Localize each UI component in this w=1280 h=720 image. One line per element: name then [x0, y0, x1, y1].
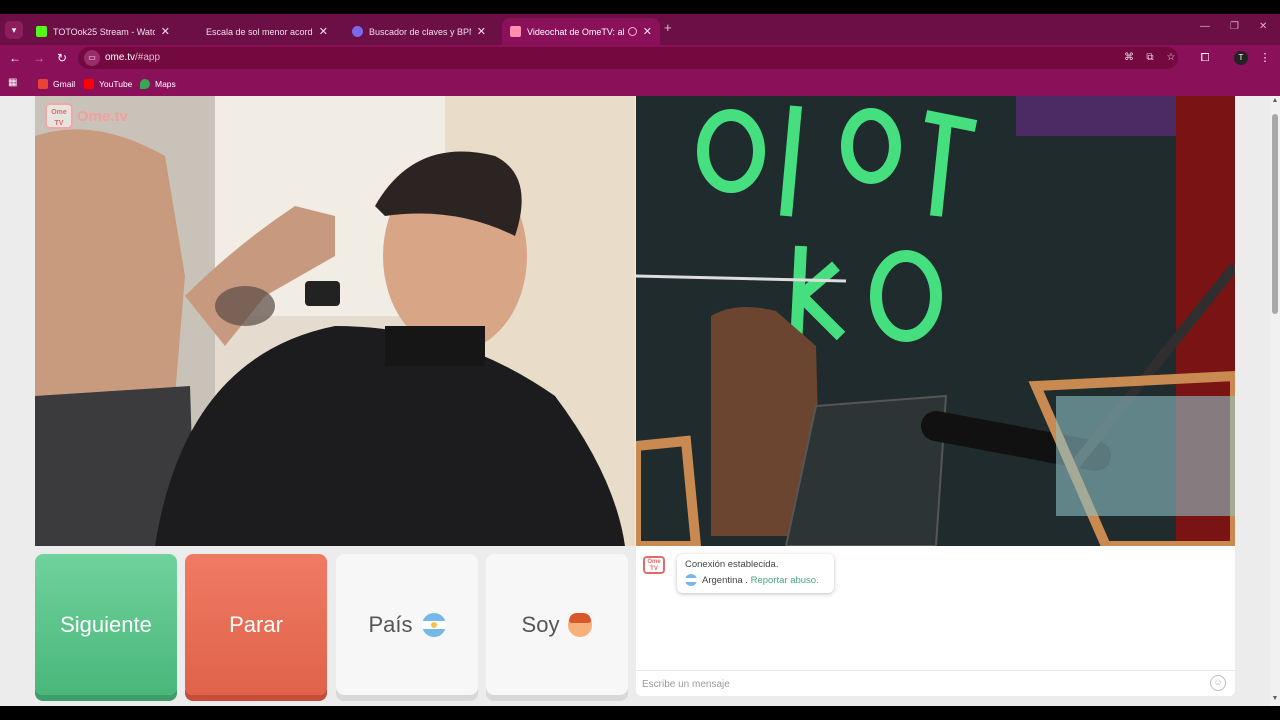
country-label: País: [368, 611, 413, 637]
stop-label: Parar: [229, 611, 283, 637]
close-tab-icon[interactable]: ✕: [319, 25, 328, 38]
country-button[interactable]: País: [336, 554, 478, 695]
close-tab-icon[interactable]: ✕: [643, 25, 652, 38]
scroll-thumb[interactable]: [1272, 114, 1278, 314]
translate-icon[interactable]: ⌘: [1121, 50, 1137, 66]
remote-video: Ome TV Ome.tv: [35, 96, 635, 546]
chat-panel: Ome TV Conexión establecida. Argentina .…: [636, 546, 1235, 696]
toolbar: ← → ↻ ▭ ome.tv/#app ⌘ ⧉ ☆ ⧠ T ⋮: [0, 45, 1280, 71]
scroll-down-icon[interactable]: ▼: [1270, 694, 1280, 704]
bookmark-gmail[interactable]: Gmail: [38, 77, 75, 90]
tab-buscador[interactable]: Buscador de claves y BPM de c ✕: [344, 18, 494, 45]
argentina-flag-icon: [421, 612, 446, 637]
bookmark-maps[interactable]: Maps: [140, 77, 176, 90]
youtube-icon: [84, 78, 94, 89]
close-tab-icon[interactable]: ✕: [161, 25, 170, 38]
close-window-icon[interactable]: ✕: [1259, 21, 1267, 32]
logo-badge: Ome TV: [45, 103, 73, 129]
kick-favicon-icon: [36, 26, 47, 37]
scroll-up-icon[interactable]: ▲: [1270, 96, 1280, 106]
message-bar: ☺: [636, 670, 1235, 696]
tab-strip: ▾ TOTOok25 Stream - Watch Live ✕ Escala …: [0, 14, 1280, 45]
ometv-logo[interactable]: Ome TV Ome.tv: [45, 103, 128, 129]
tab-search-button[interactable]: ▾: [5, 21, 23, 39]
argentina-flag-icon: [685, 574, 697, 586]
menu-kebab-icon[interactable]: ⋮: [1256, 49, 1274, 67]
self-video: [636, 96, 1235, 546]
address-bar[interactable]: ▭ ome.tv/#app ⌘ ⧉ ☆: [78, 47, 1178, 69]
partner-country: Argentina: [702, 574, 743, 586]
system-avatar: Ome TV: [643, 556, 665, 574]
system-message: Conexión establecida. Argentina . Report…: [677, 554, 834, 593]
next-button[interactable]: Siguiente: [35, 554, 177, 695]
report-abuse-link[interactable]: Reportar abuso.: [751, 575, 819, 586]
bookmark-star-icon[interactable]: ☆: [1163, 50, 1179, 66]
bottom-bar: [0, 706, 1280, 720]
tab-ometv[interactable]: Videochat de OmeTV: alter ✕: [502, 18, 660, 45]
page-scrollbar[interactable]: ▲ ▼: [1270, 96, 1280, 706]
recording-icon: [627, 27, 637, 36]
remote-video-frame: [35, 96, 635, 546]
smile-icon[interactable]: ☺: [1210, 675, 1226, 691]
connection-message: Conexión establecida.: [685, 559, 779, 570]
cast-icon[interactable]: ⧉: [1142, 50, 1158, 66]
tab-title: TOTOok25 Stream - Watch Live: [53, 26, 155, 37]
message-input[interactable]: [642, 676, 1202, 692]
profile-avatar[interactable]: T: [1234, 51, 1248, 65]
bookmarks-bar: ▦ Gmail YouTube Maps: [0, 71, 1280, 96]
ometv-page: Ome TV Ome.tv Siguiente Parar País Soy O…: [0, 96, 1270, 706]
gmail-icon: [38, 78, 48, 89]
top-bar: [0, 0, 1280, 14]
tab-escala[interactable]: Escala de sol menor acordes | M ✕: [186, 18, 336, 45]
ometv-favicon-icon: [510, 26, 521, 37]
site-info-icon[interactable]: ▭: [84, 50, 100, 66]
forward-icon[interactable]: →: [30, 49, 48, 67]
maps-pin-icon: [140, 78, 150, 89]
apps-grid-icon[interactable]: ▦: [8, 77, 20, 89]
self-video-frame: [636, 96, 1235, 546]
new-tab-button[interactable]: +: [664, 20, 672, 35]
tab-totook25[interactable]: TOTOok25 Stream - Watch Live ✕: [28, 18, 178, 45]
tab-title: Escala de sol menor acordes | M: [206, 26, 313, 37]
gender-button[interactable]: Soy: [486, 554, 628, 695]
extensions-icon[interactable]: ⧠: [1196, 49, 1214, 67]
restore-icon[interactable]: ❐: [1230, 21, 1239, 32]
separator: .: [742, 574, 751, 586]
logo-text: Ome.tv: [77, 107, 128, 125]
tab-title: Buscador de claves y BPM de c: [369, 26, 471, 37]
tab-title: Videochat de OmeTV: alter: [527, 26, 624, 37]
close-tab-icon[interactable]: ✕: [477, 25, 486, 38]
tunebat-favicon-icon: [352, 26, 363, 37]
url-text: ome.tv/#app: [105, 52, 161, 63]
stop-button[interactable]: Parar: [185, 554, 327, 695]
back-icon[interactable]: ←: [6, 49, 24, 67]
minimize-icon[interactable]: —: [1200, 21, 1210, 32]
boy-emoji-icon: [568, 612, 593, 637]
next-label: Siguiente: [60, 611, 152, 637]
bookmark-youtube[interactable]: YouTube: [84, 77, 132, 90]
reload-icon[interactable]: ↻: [53, 49, 71, 67]
gender-label: Soy: [521, 611, 560, 637]
